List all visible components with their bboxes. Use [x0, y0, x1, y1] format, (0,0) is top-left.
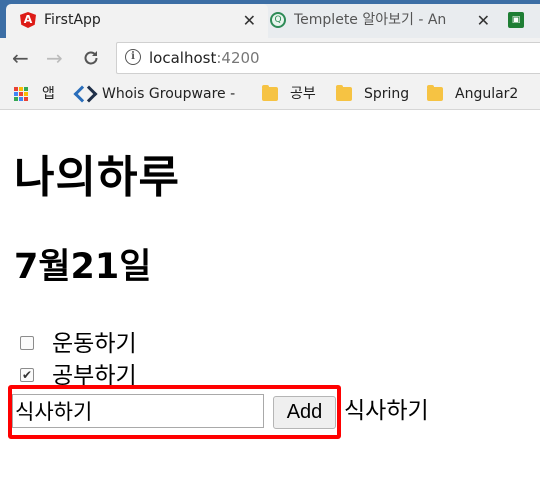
close-icon[interactable]: ✕ [243, 5, 256, 37]
bookmark-label: Spring [364, 86, 410, 102]
folder-icon [336, 85, 352, 101]
url-port: :4200 [216, 49, 260, 67]
back-icon[interactable]: ← [12, 46, 29, 70]
close-icon[interactable]: ✕ [477, 5, 490, 37]
folder-icon [262, 85, 278, 101]
bookmark-whois[interactable]: Whois Groupware - [76, 84, 235, 104]
page-content: 나의하루 7월21일 운동하기 ✔ 공부하기 Add 식사하기 [0, 110, 540, 486]
apps-grid-icon [14, 87, 28, 101]
bookmark-folder-spring[interactable]: Spring [336, 84, 409, 104]
bookmark-label: 앱 [42, 86, 55, 102]
bookmark-folder-angular2[interactable]: Angular2 [427, 84, 518, 104]
bookmark-label: Angular2 [455, 86, 519, 102]
address-bar[interactable]: i localhost:4200 [116, 42, 540, 74]
tab-strip: ▣ Q Templete 알아보기 - An ✕ A FirstApp ✕ [0, 0, 540, 38]
tab-title: FirstApp [44, 12, 101, 28]
folder-icon [427, 85, 443, 101]
todo-checkbox[interactable] [20, 336, 34, 350]
bookmark-apps[interactable]: 앱 [14, 84, 55, 104]
todo-checkbox[interactable]: ✔ [20, 368, 34, 382]
new-todo-input[interactable] [12, 394, 264, 428]
url-host: localhost [149, 49, 217, 67]
tab-title: Templete 알아보기 - An [294, 12, 447, 28]
bookmarks-bar: 앱 Whois Groupware - 공부 Spring Angular2 [0, 80, 540, 110]
date-heading: 7월21일 [14, 247, 152, 287]
todo-label: 공부하기 [52, 363, 137, 389]
whois-logo-icon [76, 86, 94, 100]
bookmark-label: Whois Groupware - [102, 86, 236, 102]
tab-firstapp[interactable]: A FirstApp ✕ [6, 4, 268, 38]
reload-icon[interactable] [82, 46, 100, 73]
box-app-icon: ▣ [508, 12, 524, 28]
tab-templete[interactable]: Q Templete 알아보기 - An ✕ [256, 4, 502, 38]
page-title: 나의하루 [14, 152, 180, 203]
preview-text: 식사하기 [344, 398, 429, 424]
url-text: localhost:4200 [149, 49, 260, 67]
info-icon[interactable]: i [125, 49, 141, 65]
browser-toolbar: ← → i localhost:4200 [0, 38, 540, 80]
todo-label: 운동하기 [52, 331, 137, 357]
add-button[interactable]: Add [273, 396, 336, 429]
circle-app-icon: Q [270, 12, 286, 28]
bookmark-folder-study[interactable]: 공부 [262, 84, 316, 104]
angular-icon: A [20, 12, 36, 28]
forward-icon[interactable]: → [46, 46, 63, 70]
bookmark-label: 공부 [290, 86, 316, 102]
